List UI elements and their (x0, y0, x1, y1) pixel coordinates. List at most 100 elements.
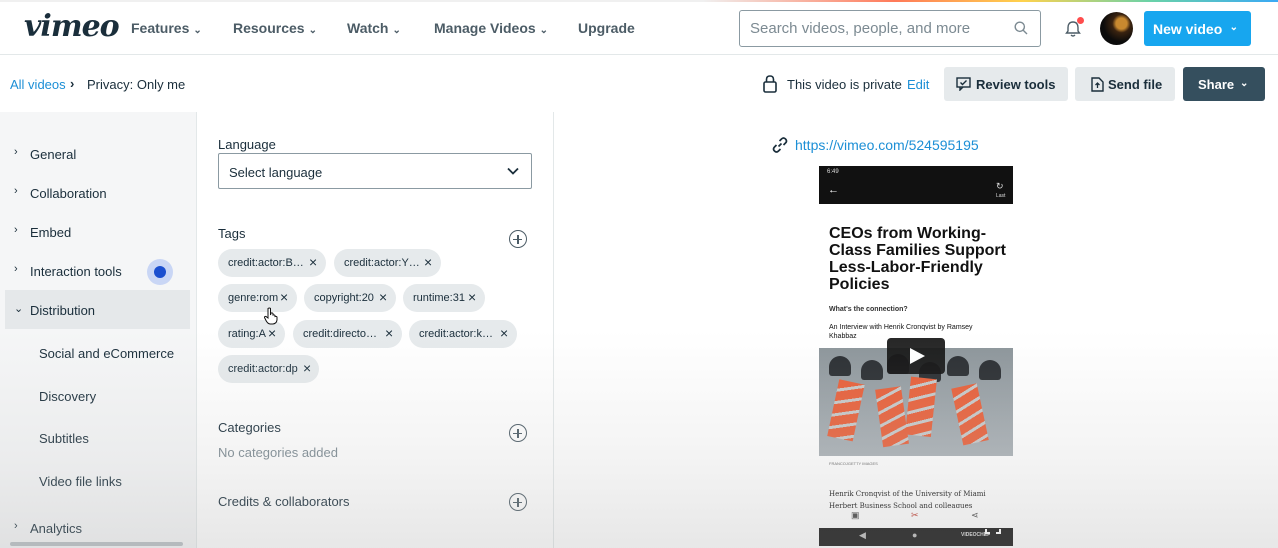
close-icon[interactable]: × (468, 289, 476, 305)
phone-time: 6:49 (827, 169, 839, 175)
sidebar-item-label: Analytics (30, 521, 83, 536)
chevron-down-icon (507, 167, 519, 175)
privacy-status: This video is private (787, 77, 902, 92)
search-input[interactable] (750, 11, 1010, 46)
tag-text: copyright:20 (314, 292, 374, 304)
categories-empty-text: No categories added (218, 445, 338, 460)
interaction-indicator-dot (147, 259, 173, 285)
helmet-shape (829, 356, 851, 376)
nav-resources[interactable]: Resources ⌄ (233, 20, 317, 36)
video-thumbnail[interactable]: 6:49 ← ↻ Last CEOs from Working-Class Fa… (819, 166, 1013, 546)
review-icon (956, 77, 971, 91)
sidebar-item-label: Interaction tools (30, 264, 122, 279)
tag-text: credit:actor:k… (419, 328, 493, 340)
close-icon[interactable]: × (385, 325, 393, 341)
tag-chip[interactable]: runtime:31 × (403, 284, 485, 312)
add-category-icon[interactable] (509, 424, 527, 442)
close-icon[interactable]: × (424, 254, 432, 270)
close-icon[interactable]: × (379, 289, 387, 305)
sidebar-item-distribution[interactable]: ⌄ Distribution (5, 290, 190, 329)
breadcrumb-current: Privacy: Only me (87, 77, 186, 92)
helmet-shape (861, 360, 883, 380)
chevron-right-icon: › (14, 263, 18, 275)
sidebar-item-collaboration[interactable]: › Collaboration (0, 173, 190, 212)
chevron-down-icon: ⌄ (308, 25, 317, 36)
send-file-button[interactable]: Send file (1075, 67, 1175, 101)
chevron-right-icon: › (70, 76, 75, 91)
share-button[interactable]: Share ⌄ (1183, 67, 1265, 101)
close-icon[interactable]: × (309, 254, 317, 270)
tag-chip[interactable]: credit:actor:Y… × (334, 249, 441, 277)
settings-sidebar: › General › Collaboration › Embed › Inte… (0, 112, 197, 548)
fullscreen-icon[interactable] (985, 518, 1001, 534)
language-select-value: Select language (229, 165, 323, 180)
share-label: Share (1198, 77, 1235, 92)
vest-shape (875, 386, 909, 448)
sidebar-subitem-video-file-links[interactable]: Video file links (39, 474, 122, 489)
chevron-down-icon: ⌄ (1229, 22, 1238, 33)
play-button[interactable] (887, 338, 945, 374)
tag-chip[interactable]: credit:directo… × (293, 320, 402, 348)
link-icon (772, 137, 788, 153)
back-arrow-icon: ← (828, 184, 839, 196)
add-tag-icon[interactable] (509, 230, 527, 248)
nav-features[interactable]: Features ⌄ (131, 20, 202, 36)
vimeo-logo[interactable]: vimeo (24, 9, 120, 44)
chevron-down-icon: ⌄ (1240, 78, 1249, 89)
tag-chip[interactable]: credit:actor:B… × (218, 249, 326, 277)
nav-resources-label: Resources (233, 20, 305, 36)
sidebar-item-general[interactable]: › General (0, 134, 190, 173)
vest-shape (827, 379, 865, 442)
new-video-button[interactable]: New video ⌄ (1144, 11, 1251, 46)
tag-text: credit:directo… (303, 328, 377, 340)
notification-dot (1077, 17, 1084, 24)
search-icon[interactable] (1014, 21, 1028, 35)
bookmark-icon: ▣ (851, 510, 860, 520)
privacy-edit-link[interactable]: Edit (907, 77, 929, 92)
nav-manage-videos[interactable]: Manage Videos ⌄ (434, 20, 548, 36)
nav-upgrade[interactable]: Upgrade (578, 20, 635, 36)
tag-text: runtime:31 (413, 292, 465, 304)
chevron-right-icon: › (14, 146, 18, 158)
sidebar-subitem-subtitles[interactable]: Subtitles (39, 431, 89, 446)
sidebar-item-label: Embed (30, 225, 72, 240)
helmet-shape (979, 360, 1001, 380)
nav-watch[interactable]: Watch ⌄ (347, 20, 401, 36)
add-credit-icon[interactable] (509, 493, 527, 511)
close-icon[interactable]: × (303, 360, 311, 376)
chevron-right-icon: › (14, 224, 18, 236)
review-tools-button[interactable]: Review tools (944, 67, 1068, 101)
sidebar-scrollbar[interactable] (10, 542, 183, 546)
tag-chip[interactable]: copyright:20 × (304, 284, 396, 312)
chevron-right-icon: › (14, 185, 18, 197)
search-box (739, 10, 1041, 47)
nav-watch-label: Watch (347, 20, 389, 36)
helmet-shape (947, 356, 969, 376)
tag-chip[interactable]: genre:rom × (218, 284, 297, 312)
sidebar-item-label: Distribution (30, 303, 96, 318)
review-tools-label: Review tools (976, 77, 1056, 92)
nav-home-icon: ● (912, 530, 918, 540)
top-nav: vimeo Features ⌄ Resources ⌄ Watch ⌄ Manage… (0, 2, 1278, 55)
close-icon[interactable]: × (500, 325, 508, 341)
tag-chip[interactable]: credit:actor:dp × (218, 355, 319, 383)
language-select[interactable]: Select language (218, 153, 532, 189)
breadcrumb-all-videos[interactable]: All videos (10, 77, 66, 92)
sidebar-subitem-discovery[interactable]: Discovery (39, 389, 96, 404)
tag-text: genre:rom (228, 292, 279, 304)
video-subheader: All videos › Privacy: Only me This video… (0, 56, 1278, 112)
scissors-icon: ✂ (911, 510, 919, 520)
tags-label: Tags (218, 226, 246, 241)
close-icon[interactable]: × (280, 289, 288, 305)
language-label: Language (218, 137, 276, 152)
tag-chip[interactable]: credit:actor:k… × (409, 320, 517, 348)
close-icon[interactable]: × (268, 325, 276, 341)
video-url-link[interactable]: https://vimeo.com/524595195 (795, 137, 979, 153)
phone-toolbar: ▣ ✂ ⋖ (819, 508, 1013, 526)
tag-text: credit:actor:Y… (344, 257, 420, 269)
phone-status-bar: 6:49 ← ↻ Last (819, 166, 1013, 204)
avatar[interactable] (1100, 12, 1133, 45)
sidebar-item-label: Collaboration (30, 186, 107, 201)
sidebar-subitem-social[interactable]: Social and eCommerce (39, 346, 174, 361)
sidebar-item-embed[interactable]: › Embed (0, 212, 190, 251)
